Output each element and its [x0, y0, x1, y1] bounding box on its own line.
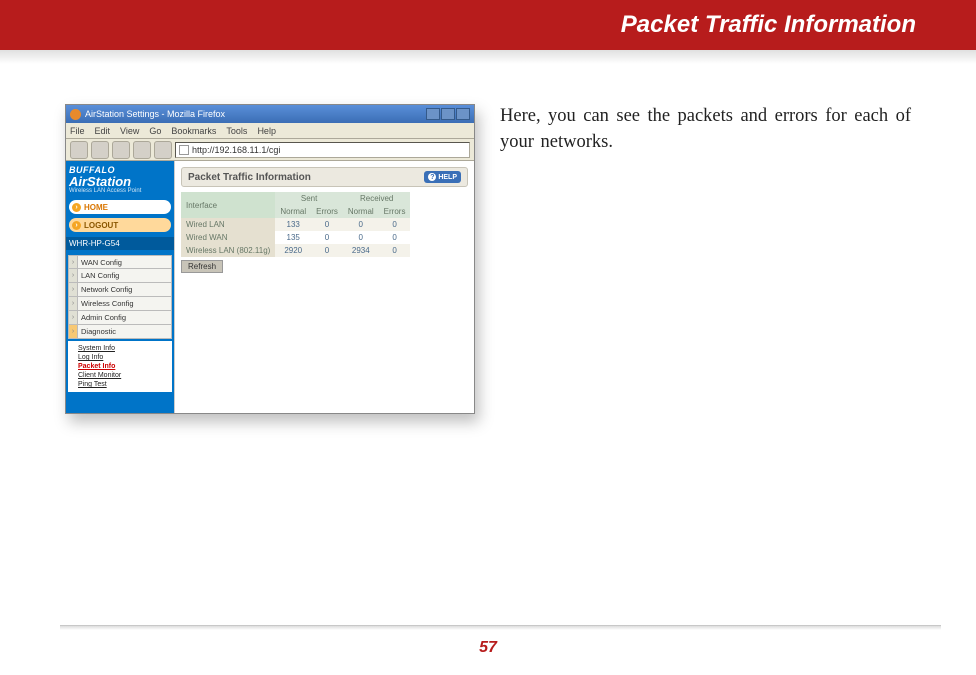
footer-divider — [60, 625, 941, 630]
app-sidebar: BUFFALO AirStation Wireless LAN Access P… — [66, 161, 174, 413]
config-list: ›WAN Config ›LAN Config ›Network Config … — [68, 255, 172, 339]
menu-tools[interactable]: Tools — [226, 126, 247, 136]
chevron-right-icon: › — [69, 325, 78, 338]
chevron-right-icon: › — [72, 203, 81, 212]
logout-button-pill[interactable]: › LOGOUT — [69, 218, 171, 232]
col-recv-normal: Normal — [343, 205, 379, 218]
diagnostic-sublist: System Info Log Info Packet Info Client … — [68, 341, 172, 392]
page-icon — [179, 145, 189, 155]
cell-value: 135 — [275, 231, 311, 244]
browser-menubar: File Edit View Go Bookmarks Tools Help — [66, 123, 474, 139]
cell-value: 2920 — [275, 244, 311, 257]
chevron-right-icon: › — [69, 297, 78, 310]
refresh-button[interactable]: Refresh — [181, 260, 223, 273]
menu-help[interactable]: Help — [257, 126, 276, 136]
logout-label: LOGOUT — [84, 221, 118, 230]
reload-button[interactable] — [112, 141, 130, 159]
cell-value: 0 — [311, 231, 343, 244]
col-recv-errors: Errors — [379, 205, 411, 218]
cell-value: 0 — [379, 218, 411, 231]
chevron-right-icon: › — [69, 311, 78, 324]
chevron-right-icon: › — [69, 256, 78, 268]
forward-button[interactable] — [91, 141, 109, 159]
page-header: Packet Traffic Information — [0, 0, 976, 50]
main-panel: Packet Traffic Information ? HELP Interf… — [174, 161, 474, 413]
browser-toolbar: http://192.168.11.1/cgi — [66, 139, 474, 161]
cell-value: 0 — [379, 231, 411, 244]
description-text: Here, you can see the packets and errors… — [500, 104, 946, 414]
help-button[interactable]: ? HELP — [424, 171, 461, 183]
model-label: WHR-HP-G54 — [66, 237, 174, 250]
sidebar-item-wireless[interactable]: ›Wireless Config — [68, 297, 172, 311]
sidebar-item-network[interactable]: ›Network Config — [68, 283, 172, 297]
col-received: Received — [343, 192, 411, 205]
window-controls — [426, 108, 470, 120]
menu-go[interactable]: Go — [149, 126, 161, 136]
packet-table: Interface Sent Received Normal Errors No… — [181, 192, 410, 257]
browser-window: AirStation Settings - Mozilla Firefox Fi… — [65, 104, 475, 414]
col-sent-normal: Normal — [275, 205, 311, 218]
sidebar-item-admin[interactable]: ›Admin Config — [68, 311, 172, 325]
content-area: AirStation Settings - Mozilla Firefox Fi… — [0, 64, 976, 414]
cell-value: 0 — [311, 218, 343, 231]
address-text: http://192.168.11.1/cgi — [192, 145, 280, 155]
maximize-button[interactable] — [441, 108, 455, 120]
help-label: HELP — [438, 174, 457, 181]
col-interface: Interface — [181, 192, 275, 218]
menu-edit[interactable]: Edit — [95, 126, 111, 136]
home-button-pill[interactable]: › HOME — [69, 200, 171, 214]
sub-item-system[interactable]: System Info — [78, 345, 170, 352]
firefox-icon — [70, 109, 81, 120]
col-sent: Sent — [275, 192, 343, 205]
panel-header: Packet Traffic Information ? HELP — [181, 167, 468, 187]
sub-item-log[interactable]: Log Info — [78, 354, 170, 361]
sidebar-item-lan[interactable]: ›LAN Config — [68, 269, 172, 283]
page-number: 57 — [0, 639, 976, 657]
sub-item-client[interactable]: Client Monitor — [78, 372, 170, 379]
home-button[interactable] — [154, 141, 172, 159]
cell-value: 133 — [275, 218, 311, 231]
cell-iface: Wired LAN — [181, 218, 275, 231]
browser-titlebar: AirStation Settings - Mozilla Firefox — [66, 105, 474, 123]
sub-item-ping[interactable]: Ping Test — [78, 381, 170, 388]
stop-button[interactable] — [133, 141, 151, 159]
menu-file[interactable]: File — [70, 126, 85, 136]
cell-value: 0 — [343, 218, 379, 231]
app-body: BUFFALO AirStation Wireless LAN Access P… — [66, 161, 474, 413]
cell-value: 0 — [311, 244, 343, 257]
table-row: Wireless LAN (802.11g) 2920 0 2934 0 — [181, 244, 410, 257]
address-bar[interactable]: http://192.168.11.1/cgi — [175, 142, 470, 158]
chevron-right-icon: › — [69, 269, 78, 282]
header-divider — [0, 50, 976, 64]
table-row: Wired WAN 135 0 0 0 — [181, 231, 410, 244]
sub-item-packet[interactable]: Packet Info — [78, 363, 170, 370]
chevron-right-icon: › — [69, 283, 78, 296]
page-title: Packet Traffic Information — [621, 11, 916, 39]
close-button[interactable] — [456, 108, 470, 120]
brand-airstation: AirStation — [69, 175, 171, 188]
minimize-button[interactable] — [426, 108, 440, 120]
cell-value: 0 — [343, 231, 379, 244]
help-icon: ? — [428, 173, 436, 181]
table-row: Wired LAN 133 0 0 0 — [181, 218, 410, 231]
menu-view[interactable]: View — [120, 126, 139, 136]
cell-iface: Wired WAN — [181, 231, 275, 244]
window-title: AirStation Settings - Mozilla Firefox — [85, 109, 225, 119]
back-button[interactable] — [70, 141, 88, 159]
brand-subtitle: Wireless LAN Access Point — [69, 188, 171, 194]
menu-bookmarks[interactable]: Bookmarks — [171, 126, 216, 136]
cell-value: 0 — [379, 244, 411, 257]
cell-iface: Wireless LAN (802.11g) — [181, 244, 275, 257]
sidebar-item-diagnostic[interactable]: ›Diagnostic — [68, 325, 172, 339]
home-label: HOME — [84, 203, 108, 212]
panel-title: Packet Traffic Information — [188, 172, 418, 183]
cell-value: 2934 — [343, 244, 379, 257]
chevron-right-icon: › — [72, 221, 81, 230]
sidebar-item-wan[interactable]: ›WAN Config — [68, 255, 172, 269]
col-sent-errors: Errors — [311, 205, 343, 218]
